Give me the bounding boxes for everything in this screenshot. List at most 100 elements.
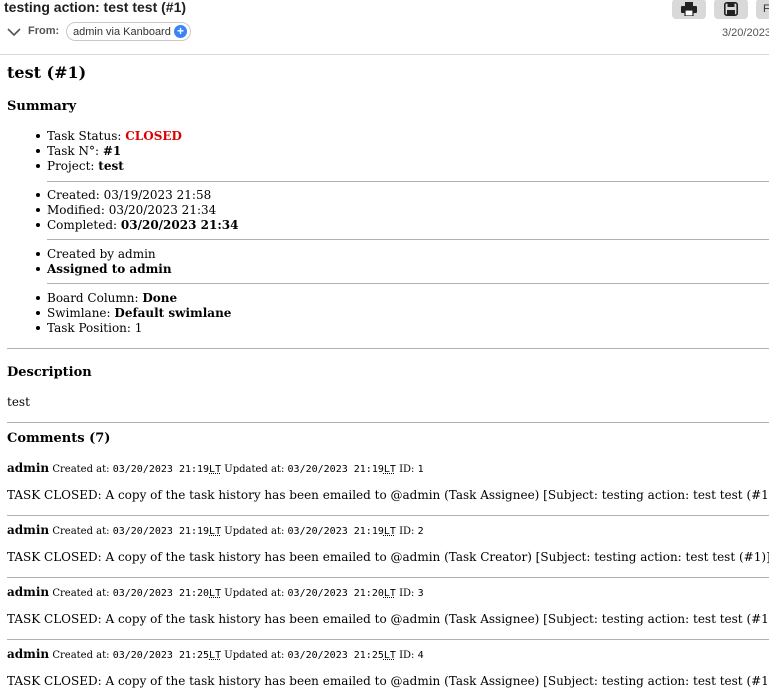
- bullet: [36, 164, 40, 168]
- updated-at-label: Updated at:: [224, 526, 285, 537]
- comment-header: admin Created at: 03/20/2023 21:20LT Upd…: [7, 585, 424, 599]
- created-at-label: Created at:: [52, 526, 110, 537]
- divider: [47, 239, 769, 240]
- comment-updated: 03/20/2023 21:20: [287, 588, 384, 599]
- bullet: [36, 134, 40, 138]
- comment-id: 1: [417, 464, 424, 475]
- comment-header: admin Created at: 03/20/2023 21:25LT Upd…: [7, 647, 424, 661]
- timezone-abbr: LT: [383, 650, 396, 661]
- comment-updated: 03/20/2023 21:19: [287, 464, 384, 475]
- created-at-label: Created at:: [52, 588, 110, 599]
- id-label: ID:: [399, 526, 415, 537]
- comment-author: admin: [7, 523, 50, 537]
- email-subject: testing action: test test (#1): [4, 0, 187, 15]
- task-number-item: Task N°: #1: [36, 144, 122, 158]
- modified-label: Modified:: [47, 203, 105, 217]
- bullet: [36, 326, 40, 330]
- comment-text: TASK CLOSED: A copy of the task history …: [7, 550, 769, 564]
- created-label: Created:: [47, 188, 100, 202]
- completed-value: 03/20/2023 21:34: [120, 218, 239, 232]
- id-label: ID:: [399, 464, 415, 475]
- project-item: Project: test: [36, 159, 124, 173]
- divider: [7, 422, 769, 423]
- bullet: [36, 267, 40, 271]
- board-column-value: Done: [142, 291, 178, 305]
- sender-name: admin via Kanboard: [73, 25, 171, 38]
- comment-text: TASK CLOSED: A copy of the task history …: [7, 488, 769, 502]
- comment-id: 3: [417, 588, 424, 599]
- divider: [47, 181, 769, 182]
- save-icon: [724, 2, 738, 16]
- modified-value: 03/20/2023 21:34: [108, 203, 217, 217]
- description-text: test: [7, 395, 30, 409]
- divider: [7, 515, 769, 516]
- more-button[interactable]: F: [756, 0, 769, 19]
- timezone-abbr: LT: [209, 588, 222, 599]
- comment-header: admin Created at: 03/20/2023 21:19LT Upd…: [7, 461, 424, 475]
- swimlane-label: Swimlane:: [47, 306, 111, 320]
- comment-id: 2: [417, 526, 424, 537]
- completed-label: Completed:: [47, 218, 118, 232]
- bullet: [36, 223, 40, 227]
- timezone-abbr: LT: [209, 526, 222, 537]
- updated-at-label: Updated at:: [224, 464, 285, 475]
- sender-pill[interactable]: admin via Kanboard +: [66, 22, 191, 41]
- comment-created: 03/20/2023 21:19: [112, 464, 210, 475]
- summary-heading: Summary: [7, 99, 77, 114]
- chevron-down-icon: [7, 27, 21, 36]
- comment-created: 03/20/2023 21:19: [112, 526, 210, 537]
- id-label: ID:: [399, 588, 415, 599]
- bullet: [36, 149, 40, 153]
- id-label: ID:: [399, 650, 415, 661]
- created-by-item: Created by admin: [36, 247, 156, 261]
- project-value: test: [98, 159, 124, 173]
- created-value: 03/19/2023 21:58: [103, 188, 212, 202]
- updated-at-label: Updated at:: [224, 650, 285, 661]
- divider: [7, 577, 769, 578]
- comment-updated: 03/20/2023 21:25: [287, 650, 384, 661]
- timezone-abbr: LT: [209, 650, 222, 661]
- task-number-value: #1: [102, 144, 122, 158]
- created-by: Created by admin: [47, 247, 156, 261]
- board-column-item: Board Column: Done: [36, 291, 178, 305]
- project-label: Project:: [47, 159, 95, 173]
- from-label: From:: [28, 25, 60, 37]
- task-status-item: Task Status: CLOSED: [36, 129, 182, 143]
- task-position-item: Task Position: 1: [36, 321, 143, 335]
- comment-text: TASK CLOSED: A copy of the task history …: [7, 612, 769, 626]
- comments-heading: Comments (7): [7, 431, 111, 446]
- divider: [7, 348, 769, 349]
- completed-item: Completed: 03/20/2023 21:34: [36, 218, 239, 232]
- task-number-label: Task N°:: [47, 144, 100, 158]
- bullet: [36, 252, 40, 256]
- timezone-abbr: LT: [383, 526, 396, 537]
- timezone-abbr: LT: [209, 464, 222, 475]
- created-item: Created: 03/19/2023 21:58: [36, 188, 212, 202]
- task-position-value: 1: [134, 321, 143, 335]
- swimlane-item: Swimlane: Default swimlane: [36, 306, 232, 320]
- timezone-abbr: LT: [383, 464, 396, 475]
- divider: [7, 639, 769, 640]
- save-button[interactable]: [714, 0, 748, 19]
- print-button[interactable]: [672, 0, 706, 19]
- add-contact-icon[interactable]: +: [174, 25, 187, 38]
- comment-text: TASK CLOSED: A copy of the task history …: [7, 674, 769, 688]
- timezone-abbr: LT: [383, 588, 396, 599]
- task-status-label: Task Status:: [47, 129, 122, 143]
- email-header: testing action: test test (#1) F From: a…: [0, 0, 769, 55]
- task-status-value: CLOSED: [125, 129, 182, 143]
- swimlane-value: Default swimlane: [114, 306, 232, 320]
- board-column-label: Board Column:: [47, 291, 139, 305]
- assigned-to-item: Assigned to admin: [36, 262, 172, 276]
- assigned-to: Assigned to admin: [47, 262, 172, 276]
- comment-updated: 03/20/2023 21:19: [287, 526, 384, 537]
- divider: [47, 283, 769, 284]
- comment-created: 03/20/2023 21:25: [112, 650, 210, 661]
- task-title: test (#1): [7, 63, 87, 82]
- updated-at-label: Updated at:: [224, 588, 285, 599]
- printer-icon: [681, 2, 697, 16]
- comment-id: 4: [417, 650, 424, 661]
- expand-header-toggle[interactable]: [7, 25, 21, 39]
- comment-author: admin: [7, 585, 50, 599]
- comment-author: admin: [7, 647, 50, 661]
